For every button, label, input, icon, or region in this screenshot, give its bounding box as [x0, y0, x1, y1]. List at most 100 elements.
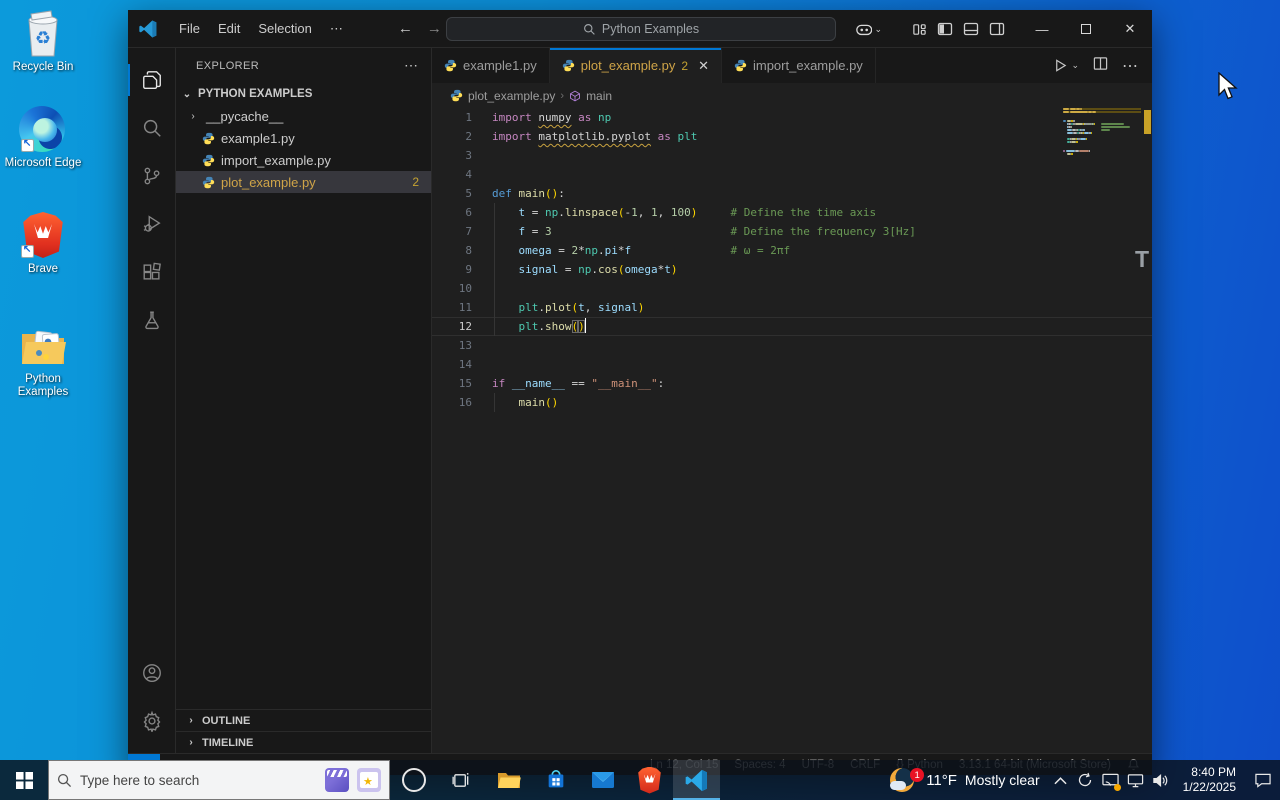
file-label: __pycache__ — [206, 108, 284, 124]
overview-artifact: T — [1134, 246, 1149, 272]
file-row-import_example.py[interactable]: import_example.py — [176, 149, 431, 171]
taskbar-microsoft-store[interactable] — [532, 760, 579, 800]
taskbar-task-view[interactable] — [438, 760, 485, 800]
file-label: import_example.py — [221, 152, 331, 168]
desktop-icon-python-examples[interactable]: Python Examples — [4, 322, 82, 399]
tab-import_example.py[interactable]: import_example.py — [721, 48, 876, 83]
taskbar-weather[interactable]: 1 11°F Mostly clear — [882, 766, 1047, 794]
line-text: omega = 2*np.pi*f # ω = 2πf — [518, 244, 791, 257]
code-line-9[interactable]: 9 signal = np.cos(omega*t) — [432, 260, 1152, 279]
search-highlight-icon: ★ — [357, 768, 381, 792]
code-editor[interactable]: 1 import numpy as np 2 import matplotlib.py… — [432, 108, 1152, 753]
copilot-icon[interactable]: ⌄ — [856, 16, 882, 42]
tray-show-hidden-icons[interactable] — [1048, 760, 1073, 800]
file-label: example1.py — [221, 130, 295, 146]
cortana-icon[interactable] — [402, 768, 426, 792]
tray-volume-icon[interactable] — [1148, 760, 1173, 800]
taskbar: Type here to search ★ 1 11°F Mostly clea… — [0, 760, 1280, 800]
taskbar-vscode[interactable] — [673, 760, 720, 800]
line-number: 3 — [465, 149, 472, 162]
customize-layout-icon[interactable] — [906, 16, 932, 42]
python-file-icon — [450, 89, 463, 102]
taskbar-brave[interactable] — [626, 760, 673, 800]
code-line-13[interactable]: 13 — [432, 336, 1152, 355]
clock-time: 8:40 PM — [1191, 765, 1236, 779]
code-line-10[interactable]: 10 — [432, 279, 1152, 298]
minimize-button[interactable]: — — [1020, 10, 1064, 48]
line-text: plt.show() — [518, 318, 587, 333]
shortcut-arrow-icon — [21, 245, 34, 258]
line-text: import numpy as np — [492, 111, 612, 124]
menu-more[interactable]: ⋯ — [321, 17, 352, 41]
explorer-icon[interactable] — [127, 56, 176, 104]
desktop-icon-brave[interactable]: Brave — [4, 212, 82, 276]
file-row-example1.py[interactable]: example1.py — [176, 127, 431, 149]
weather-badge: 1 — [910, 768, 925, 782]
workspace-root-folder[interactable]: ⌄ PYTHON EXAMPLES — [176, 83, 431, 105]
extensions-icon[interactable] — [128, 248, 176, 296]
code-line-16[interactable]: 16 main() — [432, 393, 1152, 412]
tab-bar: example1.py plot_example.py 2 ✕ import_examp… — [432, 48, 1152, 83]
toggle-panel-icon[interactable] — [958, 16, 984, 42]
nav-back-button[interactable]: ← — [398, 20, 413, 37]
toggle-secondary-sidebar-icon[interactable] — [984, 16, 1010, 42]
menu-edit[interactable]: Edit — [209, 17, 249, 40]
code-line-4[interactable]: 4 — [432, 165, 1152, 184]
desktop-icon-recycle-bin[interactable]: ♻ Recycle Bin — [4, 10, 82, 74]
code-line-12[interactable]: 12 plt.show() — [432, 317, 1152, 336]
source-control-icon[interactable] — [128, 152, 176, 200]
taskbar-clock[interactable]: 8:40 PM 1/22/2025 — [1173, 765, 1246, 795]
search-icon[interactable] — [128, 104, 176, 152]
code-line-5[interactable]: 5 def main(): — [432, 184, 1152, 203]
code-line-2[interactable]: 2 import matplotlib.pyplot as plt — [432, 127, 1152, 146]
run-python-file-button[interactable]: ⌄ — [1053, 58, 1079, 73]
code-line-6[interactable]: 6 t = np.linspace(-1, 1, 100) # Define t… — [432, 203, 1152, 222]
split-editor-icon[interactable] — [1093, 56, 1108, 76]
tray-cast-icon[interactable] — [1098, 760, 1123, 800]
code-line-8[interactable]: 8 omega = 2*np.pi*f # ω = 2πf — [432, 241, 1152, 260]
code-line-14[interactable]: 14 — [432, 355, 1152, 374]
tab-example1.py[interactable]: example1.py — [432, 48, 550, 83]
editor-group: example1.py plot_example.py 2 ✕ import_examp… — [432, 48, 1152, 753]
code-line-11[interactable]: 11 plt.plot(t, signal) — [432, 298, 1152, 317]
settings-gear-icon[interactable] — [128, 697, 176, 745]
tray-sync-icon[interactable] — [1073, 760, 1098, 800]
outline-section[interactable]: › OUTLINE — [176, 709, 431, 731]
line-text: main() — [518, 396, 559, 409]
account-icon[interactable] — [128, 649, 176, 697]
tab-close-icon[interactable]: ✕ — [698, 58, 709, 74]
python-folder-icon — [19, 322, 67, 370]
edge-icon — [19, 106, 67, 154]
close-button[interactable]: ✕ — [1108, 10, 1152, 48]
timeline-section[interactable]: › TIMELINE — [176, 731, 431, 753]
notification-dot — [1113, 784, 1121, 791]
taskbar-search-box[interactable]: Type here to search ★ — [48, 760, 390, 800]
taskbar-file-explorer[interactable] — [485, 760, 532, 800]
menu-selection[interactable]: Selection — [249, 17, 320, 40]
desktop-icon-microsoft-edge[interactable]: Microsoft Edge — [4, 106, 82, 170]
file-row-__pycache__[interactable]: › __pycache__ — [176, 105, 431, 127]
vscode-window: File Edit Selection ⋯ ← → Python Examples … — [127, 10, 1152, 776]
code-line-3[interactable]: 3 — [432, 146, 1152, 165]
run-debug-icon[interactable] — [128, 200, 176, 248]
code-line-7[interactable]: 7 f = 3 # Define the frequency 3[Hz] — [432, 222, 1152, 241]
minimap[interactable] — [1063, 108, 1141, 156]
breadcrumb[interactable]: plot_example.py › main — [432, 83, 1152, 108]
editor-more-actions-icon[interactable]: ⋯ — [1122, 56, 1138, 76]
command-center-search[interactable]: Python Examples — [446, 17, 836, 41]
tray-network-icon[interactable] — [1123, 760, 1148, 800]
action-center-icon[interactable] — [1246, 760, 1280, 800]
nav-forward-button[interactable]: → — [427, 20, 442, 37]
menu-file[interactable]: File — [170, 17, 209, 40]
file-row-plot_example.py[interactable]: plot_example.py 2 — [176, 171, 431, 193]
tab-plot_example.py[interactable]: plot_example.py 2 ✕ — [549, 48, 722, 83]
start-button[interactable] — [0, 760, 48, 800]
explorer-actions-icon[interactable]: ⋯ — [404, 57, 419, 74]
code-line-15[interactable]: 15 if __name__ == "__main__": — [432, 374, 1152, 393]
taskbar-mail[interactable] — [579, 760, 626, 800]
code-line-1[interactable]: 1 import numpy as np — [432, 108, 1152, 127]
toggle-sidebar-icon[interactable] — [932, 16, 958, 42]
maximize-button[interactable] — [1064, 10, 1108, 48]
testing-icon[interactable] — [128, 296, 176, 344]
desktop-icon-label: Recycle Bin — [12, 61, 74, 73]
